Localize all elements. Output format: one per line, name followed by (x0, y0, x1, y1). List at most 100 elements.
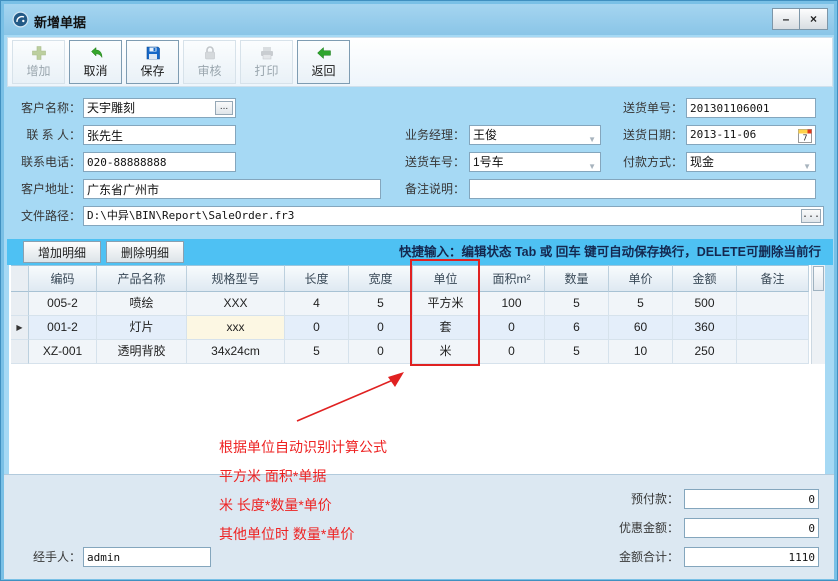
save-button[interactable]: 保存 (126, 40, 179, 84)
chevron-down-icon: ▼ (803, 158, 811, 176)
add-button-label: 增加 (26, 62, 50, 79)
close-button[interactable]: × (800, 9, 827, 29)
cell-unit[interactable]: 套 (413, 316, 479, 340)
payment-select[interactable]: 现金 ▼ (686, 152, 816, 172)
grid-scrollbar[interactable] (811, 265, 825, 364)
cell-area[interactable]: 100 (479, 292, 545, 316)
date-field[interactable]: 2013-11-06 7 (686, 125, 816, 145)
add-detail-button[interactable]: 增加明细 (23, 241, 101, 263)
prepaid-field[interactable] (684, 489, 819, 509)
detail-grid: 编码 产品名称 规格型号 长度 宽度 单位 面积m² 数量 单价 金额 备注 0… (11, 265, 809, 364)
manager-label: 业务经理： (399, 125, 465, 145)
window-controls: – × (772, 8, 828, 30)
phone-field[interactable] (83, 152, 236, 172)
file-path-label: 文件路径： (11, 206, 81, 226)
cancel-button[interactable]: 取消 (69, 40, 122, 84)
truck-label: 送货车号： (399, 152, 465, 172)
customer-name-label: 客户名称： (11, 98, 81, 118)
cell-price[interactable]: 5 (609, 292, 673, 316)
cell-spec[interactable]: XXX (187, 292, 285, 316)
column-header: 产品名称 (97, 265, 187, 292)
back-arrow-icon (315, 45, 333, 61)
cell-note[interactable] (737, 316, 809, 340)
current-row-marker[interactable]: ▶ (11, 316, 29, 340)
cell-code[interactable]: 001-2 (29, 316, 97, 340)
window-title: 新增单据 (34, 12, 86, 31)
column-header: 宽度 (349, 265, 413, 292)
manager-select[interactable]: 王俊 ▼ (469, 125, 601, 145)
plus-icon (30, 45, 48, 61)
cell-code[interactable]: 005-2 (29, 292, 97, 316)
cell-area[interactable]: 0 (479, 340, 545, 364)
cell-area[interactable]: 0 (479, 316, 545, 340)
handler-field[interactable] (83, 547, 211, 567)
file-path-browse-button[interactable]: ... (801, 209, 821, 223)
column-header: 金额 (673, 265, 737, 292)
cell-length[interactable]: 5 (285, 340, 349, 364)
total-label: 金额合计： (601, 547, 679, 567)
discount-field[interactable] (684, 518, 819, 538)
address-field[interactable] (83, 179, 381, 199)
column-header: 长度 (285, 265, 349, 292)
delete-detail-button[interactable]: 删除明细 (106, 241, 184, 263)
chevron-down-icon: ▼ (588, 158, 596, 176)
calendar-icon[interactable]: 7 (798, 129, 812, 143)
audit-button-label: 审核 (197, 62, 221, 79)
cell-length[interactable]: 4 (285, 292, 349, 316)
save-icon (144, 45, 162, 61)
cell-width[interactable]: 0 (349, 340, 413, 364)
order-no-field[interactable] (686, 98, 816, 118)
cell-price[interactable]: 10 (609, 340, 673, 364)
truck-select[interactable]: 1号车 ▼ (469, 152, 601, 172)
cell-qty[interactable]: 6 (545, 316, 609, 340)
toolbar: 增加 取消 保存 审核 (7, 37, 833, 87)
cell-width[interactable]: 0 (349, 316, 413, 340)
file-path-field[interactable]: D:\中异\BIN\Report\SaleOrder.fr3 ... (83, 206, 824, 226)
cell-spec[interactable]: 34x24cm (187, 340, 285, 364)
cell-amount[interactable]: 500 (673, 292, 737, 316)
column-header-unit: 单位 (413, 265, 479, 292)
cell-amount[interactable]: 360 (673, 316, 737, 340)
cell-product[interactable]: 喷绘 (97, 292, 187, 316)
payment-label: 付款方式： (613, 152, 683, 172)
cell-length[interactable]: 0 (285, 316, 349, 340)
remark-field[interactable] (469, 179, 816, 199)
minimize-button[interactable]: – (773, 9, 800, 29)
undo-icon (87, 45, 105, 61)
customer-browse-button[interactable]: ... (215, 101, 233, 115)
row-selector[interactable] (11, 340, 29, 364)
cell-unit[interactable]: 米 (413, 340, 479, 364)
cell-note[interactable] (737, 340, 809, 364)
cell-qty[interactable]: 5 (545, 340, 609, 364)
cell-price[interactable]: 60 (609, 316, 673, 340)
contact-label: 联 系 人： (11, 125, 81, 145)
detail-grid-panel: 编码 产品名称 规格型号 长度 宽度 单位 面积m² 数量 单价 金额 备注 0… (9, 265, 825, 474)
app-icon (12, 11, 29, 28)
cell-product[interactable]: 透明背胶 (97, 340, 187, 364)
audit-button: 审核 (183, 40, 236, 84)
contact-field[interactable] (83, 125, 236, 145)
calendar-day: 7 (803, 134, 808, 143)
handler-label: 经手人： (23, 547, 81, 567)
column-header: 编码 (29, 265, 97, 292)
order-no-label: 送货单号： (613, 98, 683, 118)
cancel-button-label: 取消 (83, 62, 107, 79)
new-order-window: 新增单据 – × 增加 取消 保存 (0, 0, 838, 581)
cell-code[interactable]: XZ-001 (29, 340, 97, 364)
discount-label: 优惠金额： (601, 518, 679, 538)
total-field[interactable] (684, 547, 819, 567)
titlebar: 新增单据 – × (4, 4, 834, 35)
cell-unit[interactable]: 平方米 (413, 292, 479, 316)
cell-spec-editing[interactable]: xxx (187, 316, 285, 340)
cell-note[interactable] (737, 292, 809, 316)
customer-name-field[interactable]: 天宇雕刻 ... (83, 98, 236, 118)
column-header: 面积m² (479, 265, 545, 292)
cell-width[interactable]: 5 (349, 292, 413, 316)
scrollbar-thumb[interactable] (813, 266, 824, 291)
cell-product[interactable]: 灯片 (97, 316, 187, 340)
print-button: 打印 (240, 40, 293, 84)
row-selector[interactable] (11, 292, 29, 316)
cell-qty[interactable]: 5 (545, 292, 609, 316)
return-button[interactable]: 返回 (297, 40, 350, 84)
cell-amount[interactable]: 250 (673, 340, 737, 364)
